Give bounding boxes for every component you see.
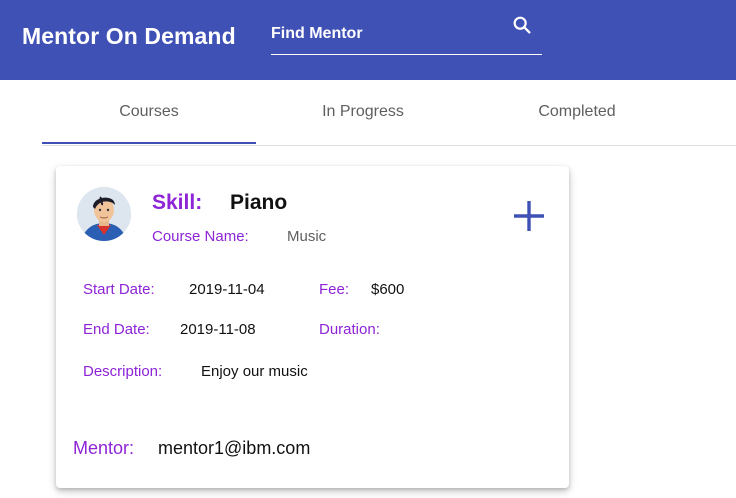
course-name-label: Course Name: (152, 228, 249, 245)
active-tab-indicator (42, 142, 256, 144)
course-card: Skill: Piano Course Name: Music Start Da… (56, 166, 569, 488)
avatar-icon (77, 187, 131, 241)
skill-value: Piano (230, 191, 288, 214)
fee-value: $600 (371, 281, 405, 298)
plus-icon[interactable] (511, 198, 547, 234)
tab-completed[interactable]: Completed (470, 80, 684, 144)
duration-label: Duration: (319, 321, 380, 338)
tab-courses[interactable]: Courses (42, 80, 256, 144)
description-value: Enjoy our music (201, 363, 308, 380)
search-input[interactable] (271, 22, 501, 46)
top-app-bar: Mentor On Demand (0, 0, 736, 80)
mentor-label: Mentor: (73, 438, 135, 458)
start-date-label: Start Date: (83, 281, 155, 298)
end-date-value: 2019-11-08 (180, 321, 256, 338)
end-date-label: End Date: (83, 321, 150, 338)
search-icon[interactable] (511, 14, 533, 36)
mentor-value: mentor1@ibm.com (158, 438, 311, 458)
skill-label: Skill: (152, 191, 203, 214)
description-label: Description: (83, 363, 163, 380)
tab-in-progress[interactable]: In Progress (256, 80, 470, 144)
start-date-value: 2019-11-04 (189, 281, 265, 298)
search-field[interactable] (271, 14, 542, 55)
fee-label: Fee: (319, 281, 350, 298)
tab-bar: Courses In Progress Completed (42, 80, 736, 146)
course-name-value: Music (287, 228, 327, 245)
app-title[interactable]: Mentor On Demand (22, 23, 236, 50)
